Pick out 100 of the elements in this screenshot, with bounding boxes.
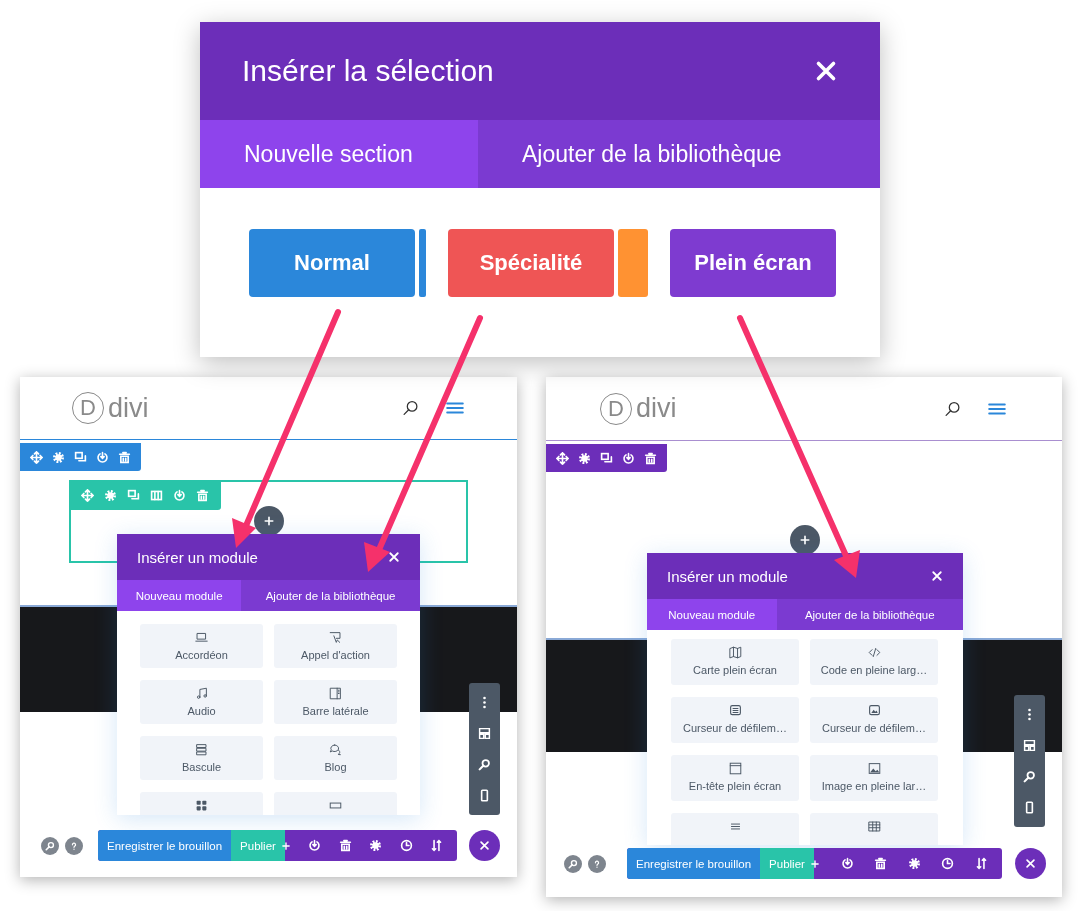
section-type-button[interactable]: Plein écran	[670, 228, 836, 297]
trash-icon	[874, 857, 888, 870]
logo-text: divi	[636, 393, 677, 424]
search-icon	[402, 399, 419, 417]
help-icon	[69, 841, 79, 851]
column-marker	[618, 228, 648, 297]
help-button[interactable]	[588, 855, 606, 873]
plus-icon	[263, 515, 275, 527]
gear-icon	[104, 488, 117, 502]
section-type-button[interactable]: Normal	[249, 228, 415, 297]
module-tile[interactable]: Audio	[140, 680, 263, 724]
module-tile[interactable]: Curseur de défilem…	[671, 697, 799, 743]
gear-icon	[52, 450, 65, 464]
module-tile[interactable]: Appel d'action	[274, 624, 397, 668]
zoom-icon	[1023, 770, 1036, 783]
plus-icon	[809, 858, 820, 869]
clock-icon	[941, 857, 955, 870]
duplicate-icon	[74, 450, 87, 464]
screen-cursor-icon	[329, 631, 342, 644]
close-button[interactable]	[469, 830, 500, 861]
gear-icon	[578, 451, 591, 465]
module-tile[interactable]: Accordéon	[140, 624, 263, 668]
layout-icon	[478, 727, 491, 740]
add-button[interactable]	[790, 525, 820, 555]
sort-icon	[430, 839, 443, 852]
zoom-icon	[568, 859, 578, 869]
logo-text: divi	[108, 392, 149, 424]
image-icon	[867, 762, 881, 775]
code-icon	[867, 646, 881, 659]
image-icon	[867, 704, 881, 717]
move-icon	[81, 488, 94, 502]
dialog-title: Insérer un module	[667, 567, 788, 585]
dialog-tab[interactable]: Nouveau module	[117, 580, 242, 611]
speech-bubble-icon	[329, 743, 342, 756]
trash-icon	[644, 451, 657, 465]
module-tile[interactable]: En-tête plein écran	[671, 755, 799, 801]
map-icon	[728, 646, 742, 659]
module-tile[interactable]: Blog	[274, 736, 397, 780]
power-icon	[96, 450, 109, 464]
duplicate-icon	[127, 488, 140, 502]
column-marker	[419, 228, 426, 297]
trash-icon	[118, 450, 131, 464]
help-icon	[592, 859, 602, 869]
phone-icon	[478, 789, 491, 802]
rectangle-icon	[329, 799, 342, 812]
module-tile[interactable]: Bascule	[140, 736, 263, 780]
power-icon	[308, 839, 322, 852]
dialog-tab[interactable]: Nouvelle section	[200, 120, 478, 188]
close-button[interactable]	[814, 59, 838, 83]
lines-icon	[728, 820, 742, 833]
plus-icon	[280, 840, 291, 851]
close-icon	[479, 840, 490, 851]
trash-icon	[196, 488, 209, 502]
close-icon	[931, 570, 943, 582]
module-tile[interactable]: Curseur de défilem…	[810, 697, 938, 743]
module-tile[interactable]: Barre latérale	[274, 680, 397, 724]
phone-icon	[1023, 801, 1036, 814]
dialog-tab[interactable]: Nouveau module	[647, 599, 777, 630]
clock-icon	[399, 839, 413, 852]
close-button[interactable]	[388, 551, 400, 563]
close-button[interactable]	[1015, 848, 1046, 879]
laptop-icon	[195, 631, 208, 644]
zoom-icon	[45, 841, 55, 851]
window-icon	[728, 762, 742, 775]
duplicate-icon	[600, 451, 613, 465]
module-tile[interactable]: Carte plein écran	[671, 639, 799, 685]
music-note-icon	[195, 687, 208, 700]
zoom-icon	[478, 758, 491, 771]
power-icon	[622, 451, 635, 465]
close-icon	[1025, 858, 1036, 869]
help-button[interactable]	[65, 837, 83, 855]
zoom-button[interactable]	[41, 837, 59, 855]
sidebar-icon	[329, 687, 342, 700]
table-icon	[867, 820, 881, 833]
close-icon	[388, 551, 400, 563]
section-type-button[interactable]: Spécialité	[448, 228, 614, 297]
dialog-title: Insérer un module	[137, 548, 258, 566]
dialog-title: Insérer la sélection	[242, 54, 494, 88]
move-icon	[556, 451, 569, 465]
columns-icon	[150, 488, 163, 502]
zoom-button[interactable]	[564, 855, 582, 873]
save-draft-button[interactable]: Enregistrer le brouillon	[98, 830, 232, 861]
trash-icon	[338, 839, 352, 852]
stack-icon	[195, 743, 208, 756]
sort-icon	[975, 857, 988, 870]
add-button[interactable]	[254, 506, 284, 536]
save-draft-button[interactable]: Enregistrer le brouillon	[627, 848, 761, 879]
gear-icon	[907, 857, 921, 870]
close-icon	[814, 59, 838, 83]
move-icon	[30, 450, 43, 464]
plus-icon	[799, 534, 811, 546]
grid-icon	[195, 799, 208, 812]
search-icon	[944, 400, 961, 417]
module-tile[interactable]: Code en pleine larg…	[810, 639, 938, 685]
power-icon	[173, 488, 186, 502]
close-button[interactable]	[931, 570, 943, 582]
layout-icon	[1023, 739, 1036, 752]
gear-icon	[369, 839, 383, 852]
slide-icon	[728, 704, 742, 717]
module-tile[interactable]: Image en pleine lar…	[810, 755, 938, 801]
